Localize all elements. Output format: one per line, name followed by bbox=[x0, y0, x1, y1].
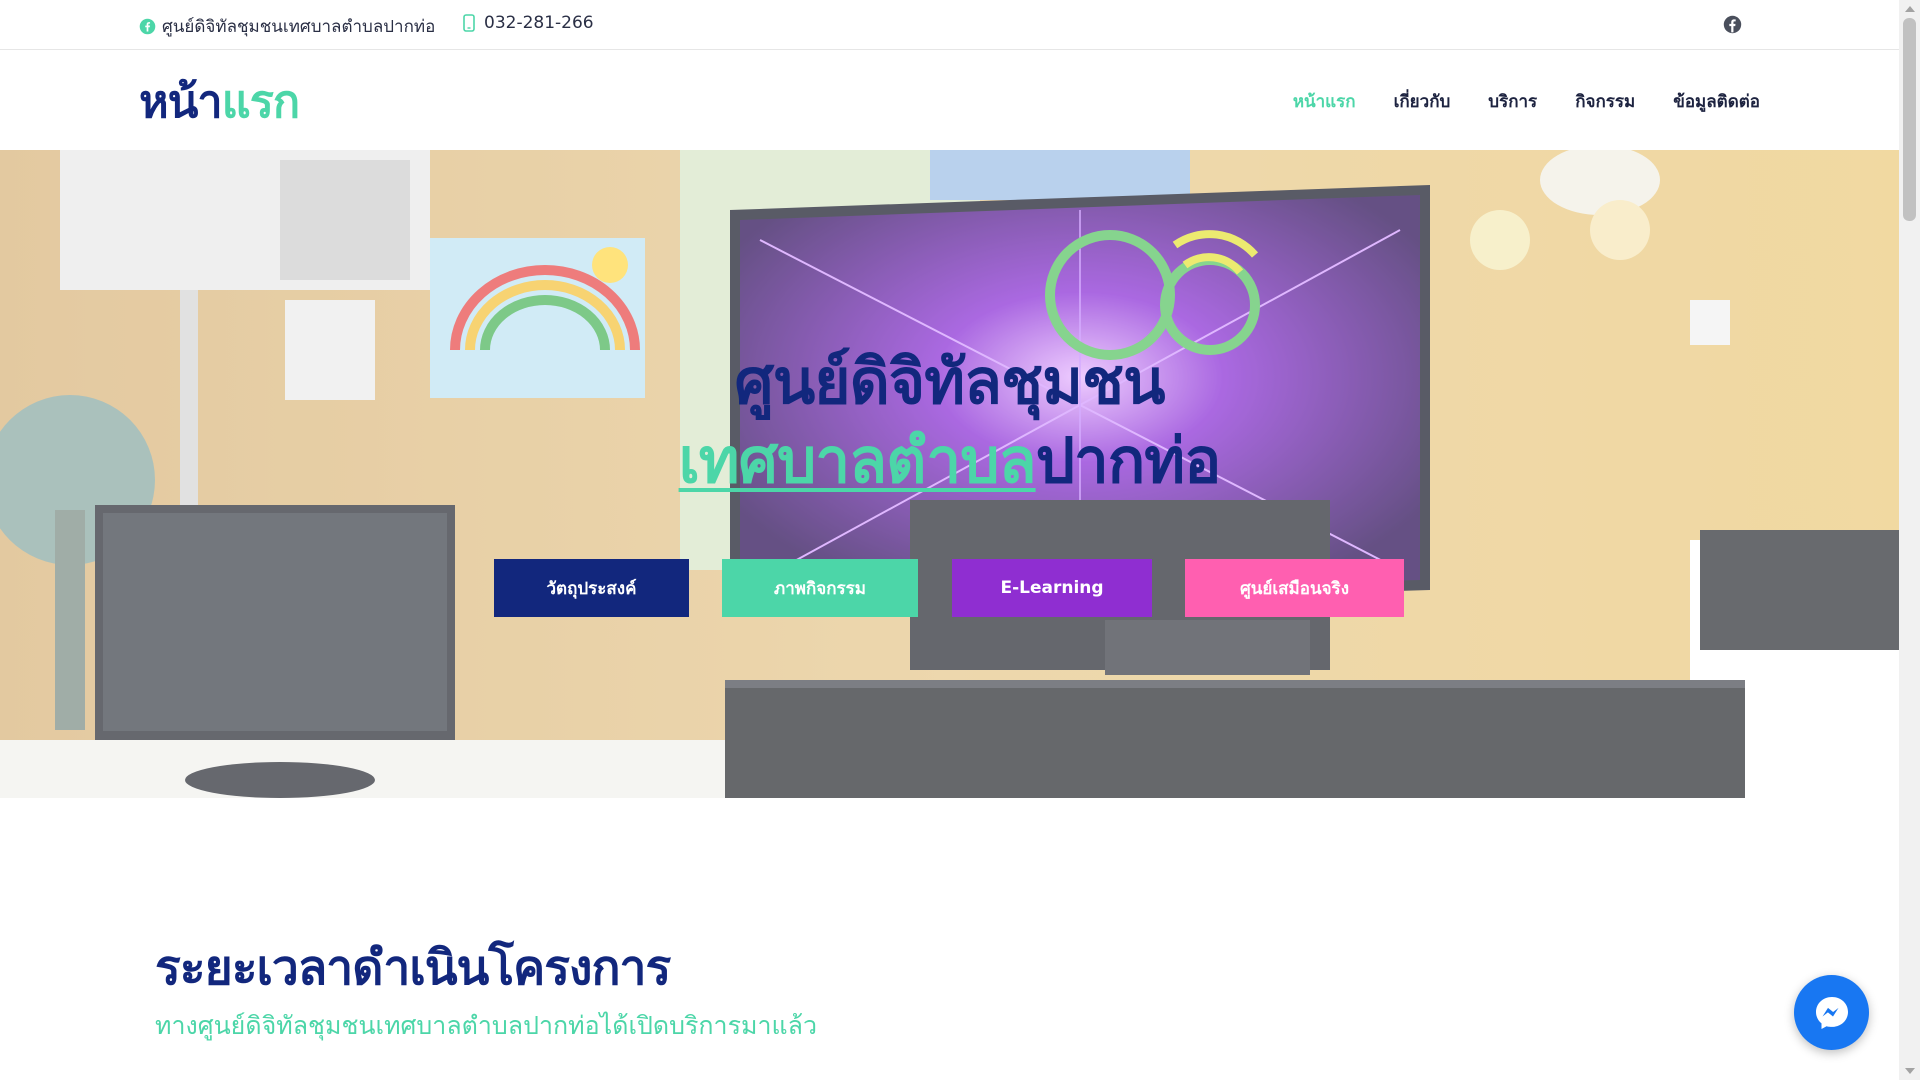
hero-title-line-2: เทศบาลตำบลปากท่อ bbox=[0, 412, 1899, 510]
nav-home[interactable]: หน้าแรก bbox=[1293, 88, 1356, 115]
nav-activities[interactable]: กิจกรรม bbox=[1575, 88, 1635, 115]
logo-part-1: หน้า bbox=[139, 75, 223, 128]
facebook-page-link[interactable]: ศูนย์ดิจิทัลชุมชนเทศบาลตำบลปากท่อ bbox=[138, 13, 435, 40]
virtual-center-button[interactable]: ศูนย์เสมือนจริง bbox=[1185, 559, 1404, 617]
hero-banner: ศูนย์ดิจิทัลชุมชน เทศบาลตำบลปากท่อ วัตถุ… bbox=[0, 150, 1899, 798]
main-nav: หน้าแรก เกี่ยวกับ บริการ กิจกรรม ข้อมูลต… bbox=[1293, 88, 1760, 115]
nav-contact[interactable]: ข้อมูลติดต่อ bbox=[1673, 88, 1760, 115]
section-title: ระยะเวลาดำเนินโครงการ bbox=[155, 940, 671, 996]
section-subtitle: ทางศูนย์ดิจิทัลชุมชนเทศบาลตำบลปากท่อได้เ… bbox=[155, 1011, 817, 1040]
messenger-chat-button[interactable] bbox=[1794, 975, 1869, 1050]
messenger-icon bbox=[1815, 996, 1848, 1029]
page: ศูนย์ดิจิทัลชุมชนเทศบาลตำบลปากท่อ 032-28… bbox=[0, 0, 1920, 1080]
e-learning-button[interactable]: E-Learning bbox=[952, 559, 1152, 617]
nav-about[interactable]: เกี่ยวกับ bbox=[1394, 88, 1451, 115]
phone-link[interactable]: 032-281-266 bbox=[460, 13, 594, 33]
scroll-up-icon[interactable] bbox=[1905, 6, 1915, 12]
site-header: หน้าแรก หน้าแรก เกี่ยวกับ บริการ กิจกรรม… bbox=[0, 51, 1899, 150]
facebook-page-label: ศูนย์ดิจิทัลชุมชนเทศบาลตำบลปากท่อ bbox=[162, 17, 436, 37]
phone-number: 032-281-266 bbox=[484, 13, 594, 33]
scrollbar-thumb[interactable] bbox=[1903, 18, 1916, 221]
facebook-social-icon[interactable] bbox=[1723, 15, 1742, 34]
nav-services[interactable]: บริการ bbox=[1488, 88, 1537, 115]
phone-icon bbox=[460, 14, 478, 32]
activity-photos-button[interactable]: ภาพกิจกรรม bbox=[722, 559, 918, 617]
page-scrollbar[interactable] bbox=[1899, 0, 1920, 1080]
logo-part-2: แรก bbox=[221, 75, 300, 128]
objectives-button[interactable]: วัตถุประสงค์ bbox=[494, 559, 689, 617]
hero-title-accent: เทศบาลตำบล bbox=[678, 424, 1037, 497]
hero-title-rest: ปากท่อ bbox=[1035, 424, 1222, 497]
top-bar: ศูนย์ดิจิทัลชุมชนเทศบาลตำบลปากท่อ 032-28… bbox=[0, 0, 1899, 50]
site-logo[interactable]: หน้าแรก bbox=[139, 75, 300, 128]
scroll-down-icon[interactable] bbox=[1905, 1068, 1915, 1074]
facebook-icon bbox=[138, 18, 156, 36]
